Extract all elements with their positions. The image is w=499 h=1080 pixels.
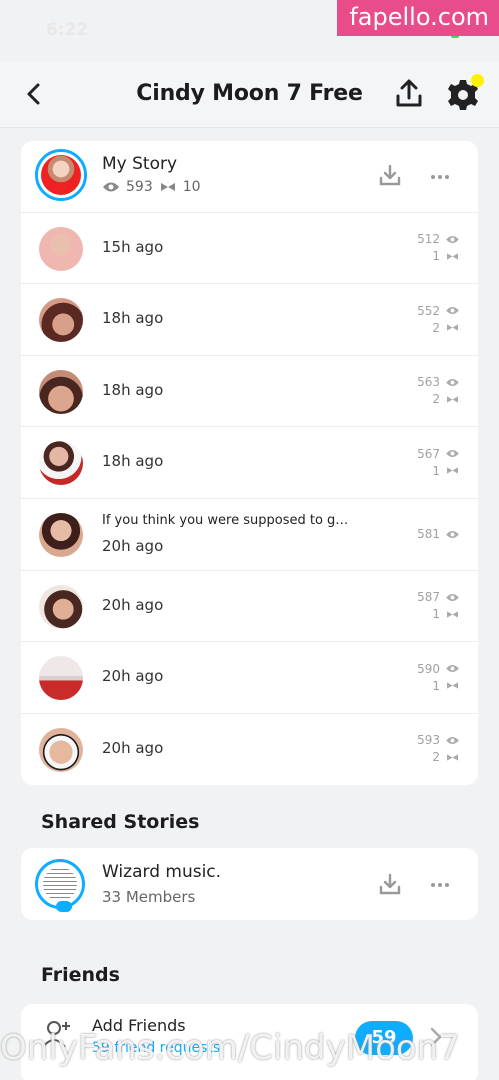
story-time: 18h ago bbox=[102, 309, 164, 328]
eye-icon bbox=[446, 736, 459, 744]
watermark-badge: fapello.com bbox=[337, 0, 499, 36]
story-thumbnail bbox=[39, 584, 83, 629]
story-item[interactable]: 20h ago 587 1 bbox=[21, 571, 478, 643]
eye-icon bbox=[446, 665, 459, 673]
eye-icon bbox=[446, 593, 459, 601]
eye-icon bbox=[446, 307, 459, 315]
story-thumbnail bbox=[39, 656, 83, 701]
story-views: 563 bbox=[417, 375, 440, 390]
screenshot-icon bbox=[447, 252, 458, 260]
story-stats: 552 2 bbox=[410, 302, 460, 336]
story-views: 567 bbox=[417, 446, 440, 461]
story-item[interactable]: 20h ago 593 2 bbox=[21, 714, 478, 785]
story-screenshots: 1 bbox=[432, 607, 440, 622]
friends-heading: Friends bbox=[41, 964, 120, 986]
story-thumbnail bbox=[39, 298, 83, 343]
screenshot-icon bbox=[447, 324, 458, 331]
eye-icon bbox=[446, 235, 459, 243]
story-time: 18h ago bbox=[102, 452, 164, 471]
story-stats: 581 bbox=[410, 526, 460, 543]
story-screenshots: 2 bbox=[432, 392, 440, 407]
story-thumbnail bbox=[39, 727, 83, 772]
eye-icon bbox=[103, 182, 119, 192]
download-icon[interactable] bbox=[378, 872, 402, 896]
watermark-text: OnlyFans.com/CindyMoon7 bbox=[0, 1028, 460, 1068]
my-story-title: My Story bbox=[102, 154, 178, 174]
my-story-row[interactable]: My Story 593 10 bbox=[21, 141, 478, 213]
story-thumbnail bbox=[39, 369, 83, 414]
download-icon[interactable] bbox=[378, 163, 402, 187]
story-item[interactable]: 18h ago 567 1 bbox=[21, 427, 478, 499]
screenshot-icon bbox=[447, 396, 458, 403]
group-icon bbox=[56, 901, 72, 912]
screenshot-icon bbox=[447, 610, 458, 618]
story-time: 15h ago bbox=[102, 237, 164, 256]
story-views: 581 bbox=[417, 527, 440, 542]
story-screenshots: 1 bbox=[432, 249, 440, 264]
header: Cindy Moon 7 Free bbox=[0, 62, 499, 128]
story-thumbnail bbox=[39, 441, 83, 486]
story-views: 590 bbox=[417, 661, 440, 676]
story-item[interactable]: 18h ago 552 2 bbox=[21, 284, 478, 356]
my-story-screenshots: 10 bbox=[182, 179, 201, 195]
status-time: 6:22 bbox=[46, 20, 89, 40]
story-screenshots: 1 bbox=[432, 463, 440, 478]
story-caption: If you think you were supposed to g… bbox=[102, 512, 349, 528]
story-views: 512 bbox=[417, 232, 440, 247]
story-stats: 590 1 bbox=[410, 660, 460, 694]
story-time: 20h ago bbox=[102, 667, 164, 686]
story-views: 587 bbox=[417, 590, 440, 605]
story-stats: 512 1 bbox=[410, 231, 460, 265]
my-story-views: 593 bbox=[126, 179, 153, 195]
story-item[interactable]: 20h ago 590 1 bbox=[21, 642, 478, 714]
story-time: 20h ago bbox=[102, 536, 164, 555]
story-views: 552 bbox=[417, 303, 440, 318]
story-screenshots: 2 bbox=[432, 320, 440, 335]
story-views: 593 bbox=[417, 733, 440, 748]
screenshot-icon bbox=[447, 682, 458, 689]
story-stats: 593 2 bbox=[410, 732, 460, 766]
story-stats: 563 2 bbox=[410, 374, 460, 408]
screenshot-icon bbox=[447, 467, 458, 475]
shared-story-row[interactable]: Wizard music. 33 Members bbox=[21, 848, 478, 920]
story-time: 18h ago bbox=[102, 380, 164, 399]
my-story-stats: 593 10 bbox=[102, 179, 201, 195]
shared-stories-heading: Shared Stories bbox=[41, 811, 200, 833]
status-bar: 6:22 fapello.com bbox=[0, 0, 499, 62]
story-item[interactable]: 18h ago 563 2 bbox=[21, 356, 478, 428]
shared-story-title: Wizard music. bbox=[102, 862, 222, 882]
eye-icon bbox=[446, 530, 459, 539]
screenshot-icon bbox=[160, 183, 175, 191]
my-story-card: My Story 593 10 15h ago 512 1 18h ago 55… bbox=[21, 141, 478, 785]
story-stats: 587 1 bbox=[410, 589, 460, 623]
story-item[interactable]: 15h ago 512 1 bbox=[21, 213, 478, 285]
more-options-icon[interactable] bbox=[430, 167, 450, 187]
notification-dot bbox=[471, 74, 484, 87]
story-thumbnail bbox=[39, 512, 83, 557]
shared-story-avatar[interactable] bbox=[35, 859, 85, 912]
story-screenshots: 2 bbox=[432, 750, 440, 765]
story-stats: 567 1 bbox=[410, 445, 460, 479]
story-time: 20h ago bbox=[102, 595, 164, 614]
story-thumbnail bbox=[39, 226, 83, 271]
story-time: 20h ago bbox=[102, 738, 164, 757]
eye-icon bbox=[446, 378, 459, 386]
story-item[interactable]: If you think you were supposed to g… 20h… bbox=[21, 499, 478, 571]
share-icon[interactable] bbox=[393, 78, 425, 110]
eye-icon bbox=[446, 450, 459, 458]
story-screenshots: 1 bbox=[432, 678, 440, 693]
my-story-avatar[interactable] bbox=[35, 149, 87, 201]
screenshot-icon bbox=[447, 754, 458, 761]
shared-story-members: 33 Members bbox=[102, 888, 196, 906]
more-options-icon[interactable] bbox=[430, 875, 450, 895]
